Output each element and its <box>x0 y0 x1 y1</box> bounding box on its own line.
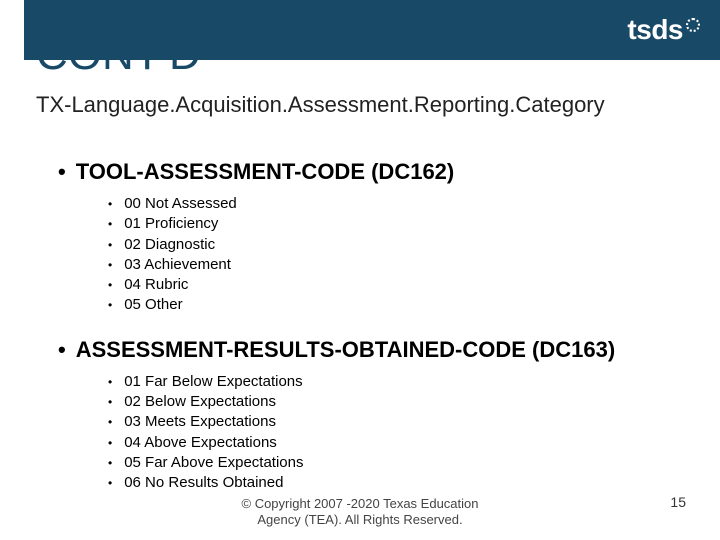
section-dc163: • ASSESSMENT-RESULTS-OBTAINED-CODE (DC16… <box>58 338 690 494</box>
list-item: • 03 Achievement <box>108 255 690 275</box>
page-title: NEW CODE TABLES CONT'D <box>36 0 455 78</box>
bullet-icon: • <box>58 338 66 362</box>
logo-text: tsds <box>627 14 683 46</box>
list-item: • 05 Far Above Expectations <box>108 453 690 473</box>
bullet-icon: • <box>108 435 112 451</box>
list-item-text: 03 Meets Expectations <box>124 412 276 432</box>
content: • TOOL-ASSESSMENT-CODE (DC162) • 00 Not A… <box>58 160 690 515</box>
list-item-text: 03 Achievement <box>124 255 231 275</box>
list-item-text: 04 Above Expectations <box>124 433 277 453</box>
list-item-text: 01 Far Below Expectations <box>124 372 302 392</box>
list-item: • 04 Rubric <box>108 275 690 295</box>
bullet-icon: • <box>108 297 112 313</box>
bullet-icon: • <box>108 414 112 430</box>
bullet-icon: • <box>108 394 112 410</box>
list-item: • 05 Other <box>108 295 690 315</box>
bullet-icon: • <box>108 237 112 253</box>
list-item: • 02 Diagnostic <box>108 235 690 255</box>
list-item: • 03 Meets Expectations <box>108 412 690 432</box>
section-heading: • TOOL-ASSESSMENT-CODE (DC162) <box>58 160 690 184</box>
list-item-text: 01 Proficiency <box>124 214 218 234</box>
sub-list: • 01 Far Below Expectations • 02 Below Exp… <box>108 372 690 494</box>
bullet-icon: • <box>108 216 112 232</box>
list-item-text: 02 Diagnostic <box>124 235 215 255</box>
page-number: 15 <box>670 494 686 510</box>
section-dc162: • TOOL-ASSESSMENT-CODE (DC162) • 00 Not A… <box>58 160 690 316</box>
section-heading-text: TOOL-ASSESSMENT-CODE (DC162) <box>76 160 455 184</box>
list-item: • 01 Proficiency <box>108 214 690 234</box>
section-heading-text: ASSESSMENT-RESULTS-OBTAINED-CODE (DC163) <box>76 338 615 362</box>
sub-list: • 00 Not Assessed • 01 Proficiency • 02 Dia… <box>108 194 690 316</box>
list-item-text: 06 No Results Obtained <box>124 473 283 493</box>
slide: tsds NEW CODE TABLES CONT'D TX-Language.… <box>0 0 720 540</box>
copyright: © Copyright 2007 -2020 Texas Education A… <box>0 496 720 529</box>
subtitle: TX-Language.Acquisition.Assessment.Repor… <box>36 92 605 117</box>
list-item: • 00 Not Assessed <box>108 194 690 214</box>
list-item-text: 04 Rubric <box>124 275 188 295</box>
list-item: • 01 Far Below Expectations <box>108 372 690 392</box>
list-item-text: 02 Below Expectations <box>124 392 276 412</box>
list-item-text: 00 Not Assessed <box>124 194 237 214</box>
bullet-icon: • <box>58 160 66 184</box>
bullet-icon: • <box>108 374 112 390</box>
list-item: • 06 No Results Obtained <box>108 473 690 493</box>
list-item: • 04 Above Expectations <box>108 433 690 453</box>
copyright-line2: Agency (TEA). All Rights Reserved. <box>257 512 462 527</box>
list-item: • 02 Below Expectations <box>108 392 690 412</box>
logo-dot-icon <box>686 18 700 32</box>
section-heading: • ASSESSMENT-RESULTS-OBTAINED-CODE (DC16… <box>58 338 690 362</box>
list-item-text: 05 Other <box>124 295 182 315</box>
list-item-text: 05 Far Above Expectations <box>124 453 303 473</box>
bullet-icon: • <box>108 196 112 212</box>
copyright-line1: © Copyright 2007 -2020 Texas Education <box>242 496 479 511</box>
bullet-icon: • <box>108 475 112 491</box>
bullet-icon: • <box>108 257 112 273</box>
bullet-icon: • <box>108 277 112 293</box>
bullet-icon: • <box>108 455 112 471</box>
logo: tsds <box>627 14 700 46</box>
